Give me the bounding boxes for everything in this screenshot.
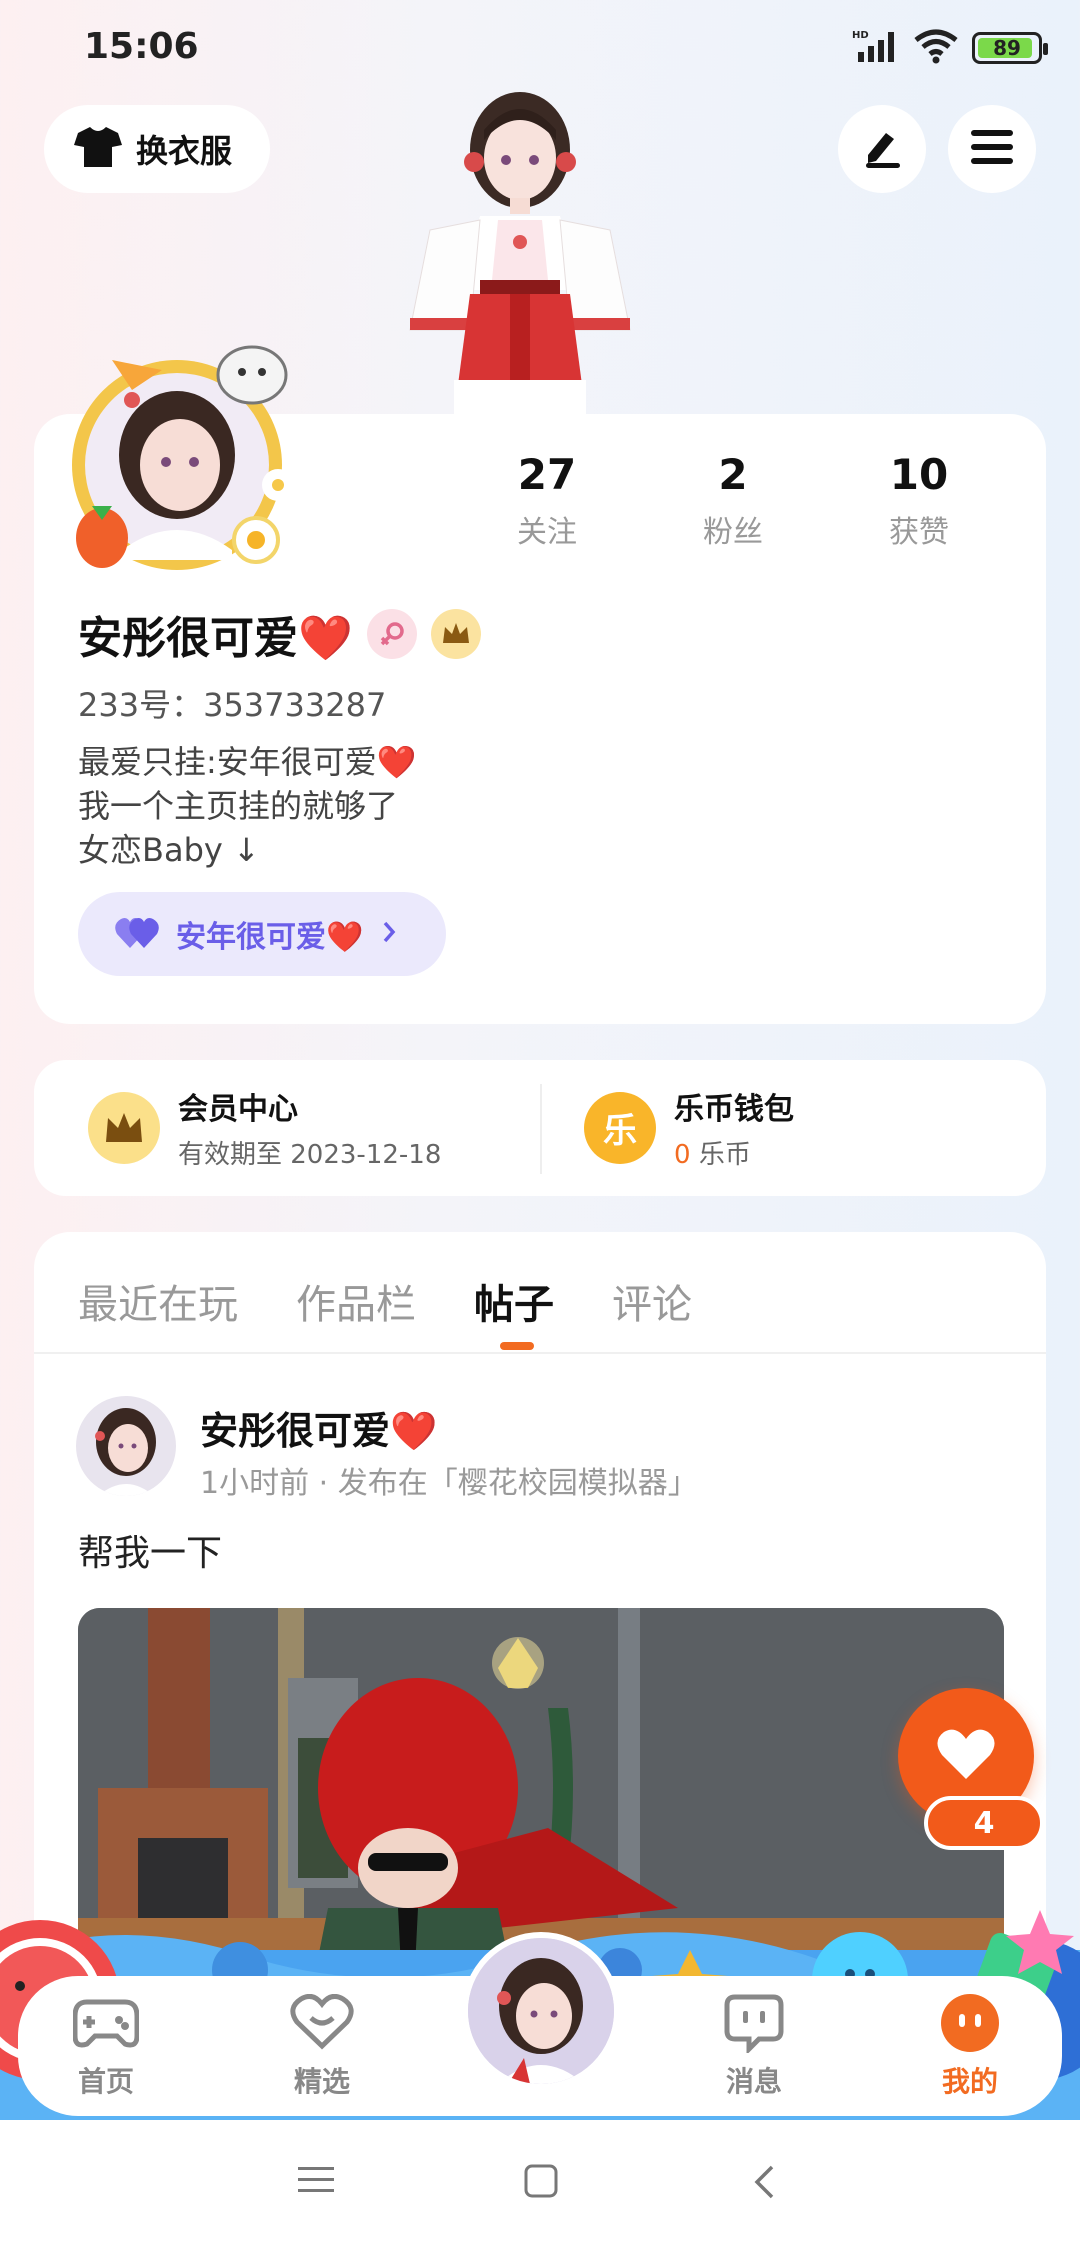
- profile-face-icon: [900, 1986, 1040, 2060]
- post-text: 帮我一下: [78, 1533, 223, 1574]
- member-center-button[interactable]: 会员中心 有效期至 2023-12-18: [88, 1084, 441, 1171]
- tab-works[interactable]: 作品栏: [296, 1272, 416, 1330]
- nav-label: 我的: [941, 2065, 998, 2098]
- stats-row: 27 关注 2 粉丝 10 获赞: [454, 450, 1012, 551]
- heart-icon: [936, 1727, 996, 1785]
- stat-followers[interactable]: 2 粉丝: [640, 450, 826, 551]
- chevron-right-icon: [379, 919, 399, 949]
- username: 安彤很可爱❤️: [78, 613, 353, 664]
- svg-text:HD: HD: [852, 30, 869, 41]
- tabs-divider: [34, 1352, 1046, 1354]
- nav-featured[interactable]: 精选: [252, 1986, 392, 2100]
- crown-icon: [88, 1091, 160, 1164]
- wifi-icon: [914, 28, 958, 68]
- tab-comments[interactable]: 评论: [612, 1272, 692, 1330]
- coin-icon: 乐: [584, 1091, 656, 1164]
- profile-tabs: 最近在玩 作品栏 帖子 评论: [78, 1272, 692, 1330]
- bio-line: 女恋Baby ↓: [78, 831, 260, 869]
- post-author-avatar[interactable]: [76, 1396, 176, 1496]
- nav-label: 精选: [293, 2065, 350, 2098]
- nav-mine[interactable]: 我的: [900, 1986, 1040, 2100]
- crown-badge-icon[interactable]: [430, 609, 481, 659]
- coin-balance: 0 乐币: [674, 1134, 794, 1171]
- like-count-badge: 4: [924, 1796, 1044, 1850]
- back-arrow-icon[interactable]: [752, 2164, 776, 2204]
- stat-label: 关注: [517, 515, 577, 550]
- coin-amount: 0: [674, 1140, 691, 1170]
- stat-value: 27: [517, 450, 577, 499]
- linked-partner-label: 安年很可爱❤️: [176, 920, 364, 955]
- hamburger-icon: [971, 128, 1013, 170]
- status-icons: HD 89: [852, 28, 1048, 68]
- nav-label: 首页: [77, 2065, 134, 2098]
- recent-apps-icon[interactable]: [298, 2164, 334, 2200]
- shirt-icon: [74, 125, 122, 173]
- stat-label: 获赞: [889, 515, 949, 550]
- tab-recently-played[interactable]: 最近在玩: [78, 1272, 238, 1330]
- avatar-3d-figure[interactable]: [370, 80, 670, 415]
- coin-wallet-button[interactable]: 乐 乐币钱包 0 乐币: [584, 1084, 794, 1171]
- coin-wallet-title: 乐币钱包: [674, 1092, 794, 1127]
- post-author-name[interactable]: 安彤很可爱❤️: [200, 1400, 437, 1455]
- double-heart-icon: [114, 914, 160, 954]
- bio-line: 我一个主页挂的就够了: [78, 787, 399, 825]
- member-center-title: 会员中心: [178, 1092, 298, 1127]
- coin-unit: 乐币: [698, 1140, 751, 1170]
- system-nav-bar: [0, 2120, 1080, 2248]
- username-row: 安彤很可爱❤️: [78, 602, 481, 666]
- change-outfit-button[interactable]: 换衣服: [44, 105, 270, 193]
- bio-line: 最爱只挂:安年很可爱❤️: [78, 743, 417, 781]
- stat-value: 2: [718, 450, 748, 499]
- gamepad-icon: [36, 1986, 176, 2060]
- user-id: 233号：353733287: [78, 686, 387, 724]
- home-square-icon[interactable]: [524, 2164, 558, 2202]
- center-avatar-button[interactable]: [462, 1932, 620, 2090]
- stat-label: 粉丝: [703, 515, 763, 550]
- profile-avatar[interactable]: [62, 330, 312, 580]
- edit-profile-button[interactable]: [838, 105, 926, 193]
- nav-messages[interactable]: 消息: [684, 1986, 824, 2100]
- heart-chat-icon: [252, 1986, 392, 2060]
- battery-icon: 89: [972, 32, 1048, 64]
- nav-label: 消息: [725, 2065, 782, 2098]
- stat-likes[interactable]: 10 获赞: [826, 450, 1012, 551]
- change-outfit-label: 换衣服: [136, 132, 233, 170]
- member-expiry: 有效期至 2023-12-18: [178, 1140, 442, 1170]
- bio: 最爱只挂:安年很可爱❤️ 我一个主页挂的就够了 女恋Baby ↓: [78, 740, 417, 872]
- stat-following[interactable]: 27 关注: [454, 450, 640, 551]
- pencil-icon: [860, 125, 904, 173]
- linked-partner-button[interactable]: 安年很可爱❤️: [78, 892, 446, 976]
- tab-indicator: [500, 1342, 534, 1350]
- status-time: 15:06: [84, 26, 199, 67]
- wallet-card: 会员中心 有效期至 2023-12-18 乐 乐币钱包 0 乐币: [34, 1060, 1046, 1196]
- post-meta: 1小时前 · 发布在「樱花校园模拟器」: [200, 1466, 698, 1501]
- female-gender-icon: [366, 609, 417, 659]
- stat-value: 10: [889, 450, 949, 499]
- wallet-divider: [540, 1084, 542, 1174]
- coin-glyph: 乐: [603, 1111, 637, 1151]
- tab-posts[interactable]: 帖子: [474, 1272, 554, 1330]
- chat-bubble-icon: [684, 1986, 824, 2060]
- menu-button[interactable]: [948, 105, 1036, 193]
- nav-home[interactable]: 首页: [36, 1986, 176, 2100]
- signal-icon: HD: [852, 28, 900, 68]
